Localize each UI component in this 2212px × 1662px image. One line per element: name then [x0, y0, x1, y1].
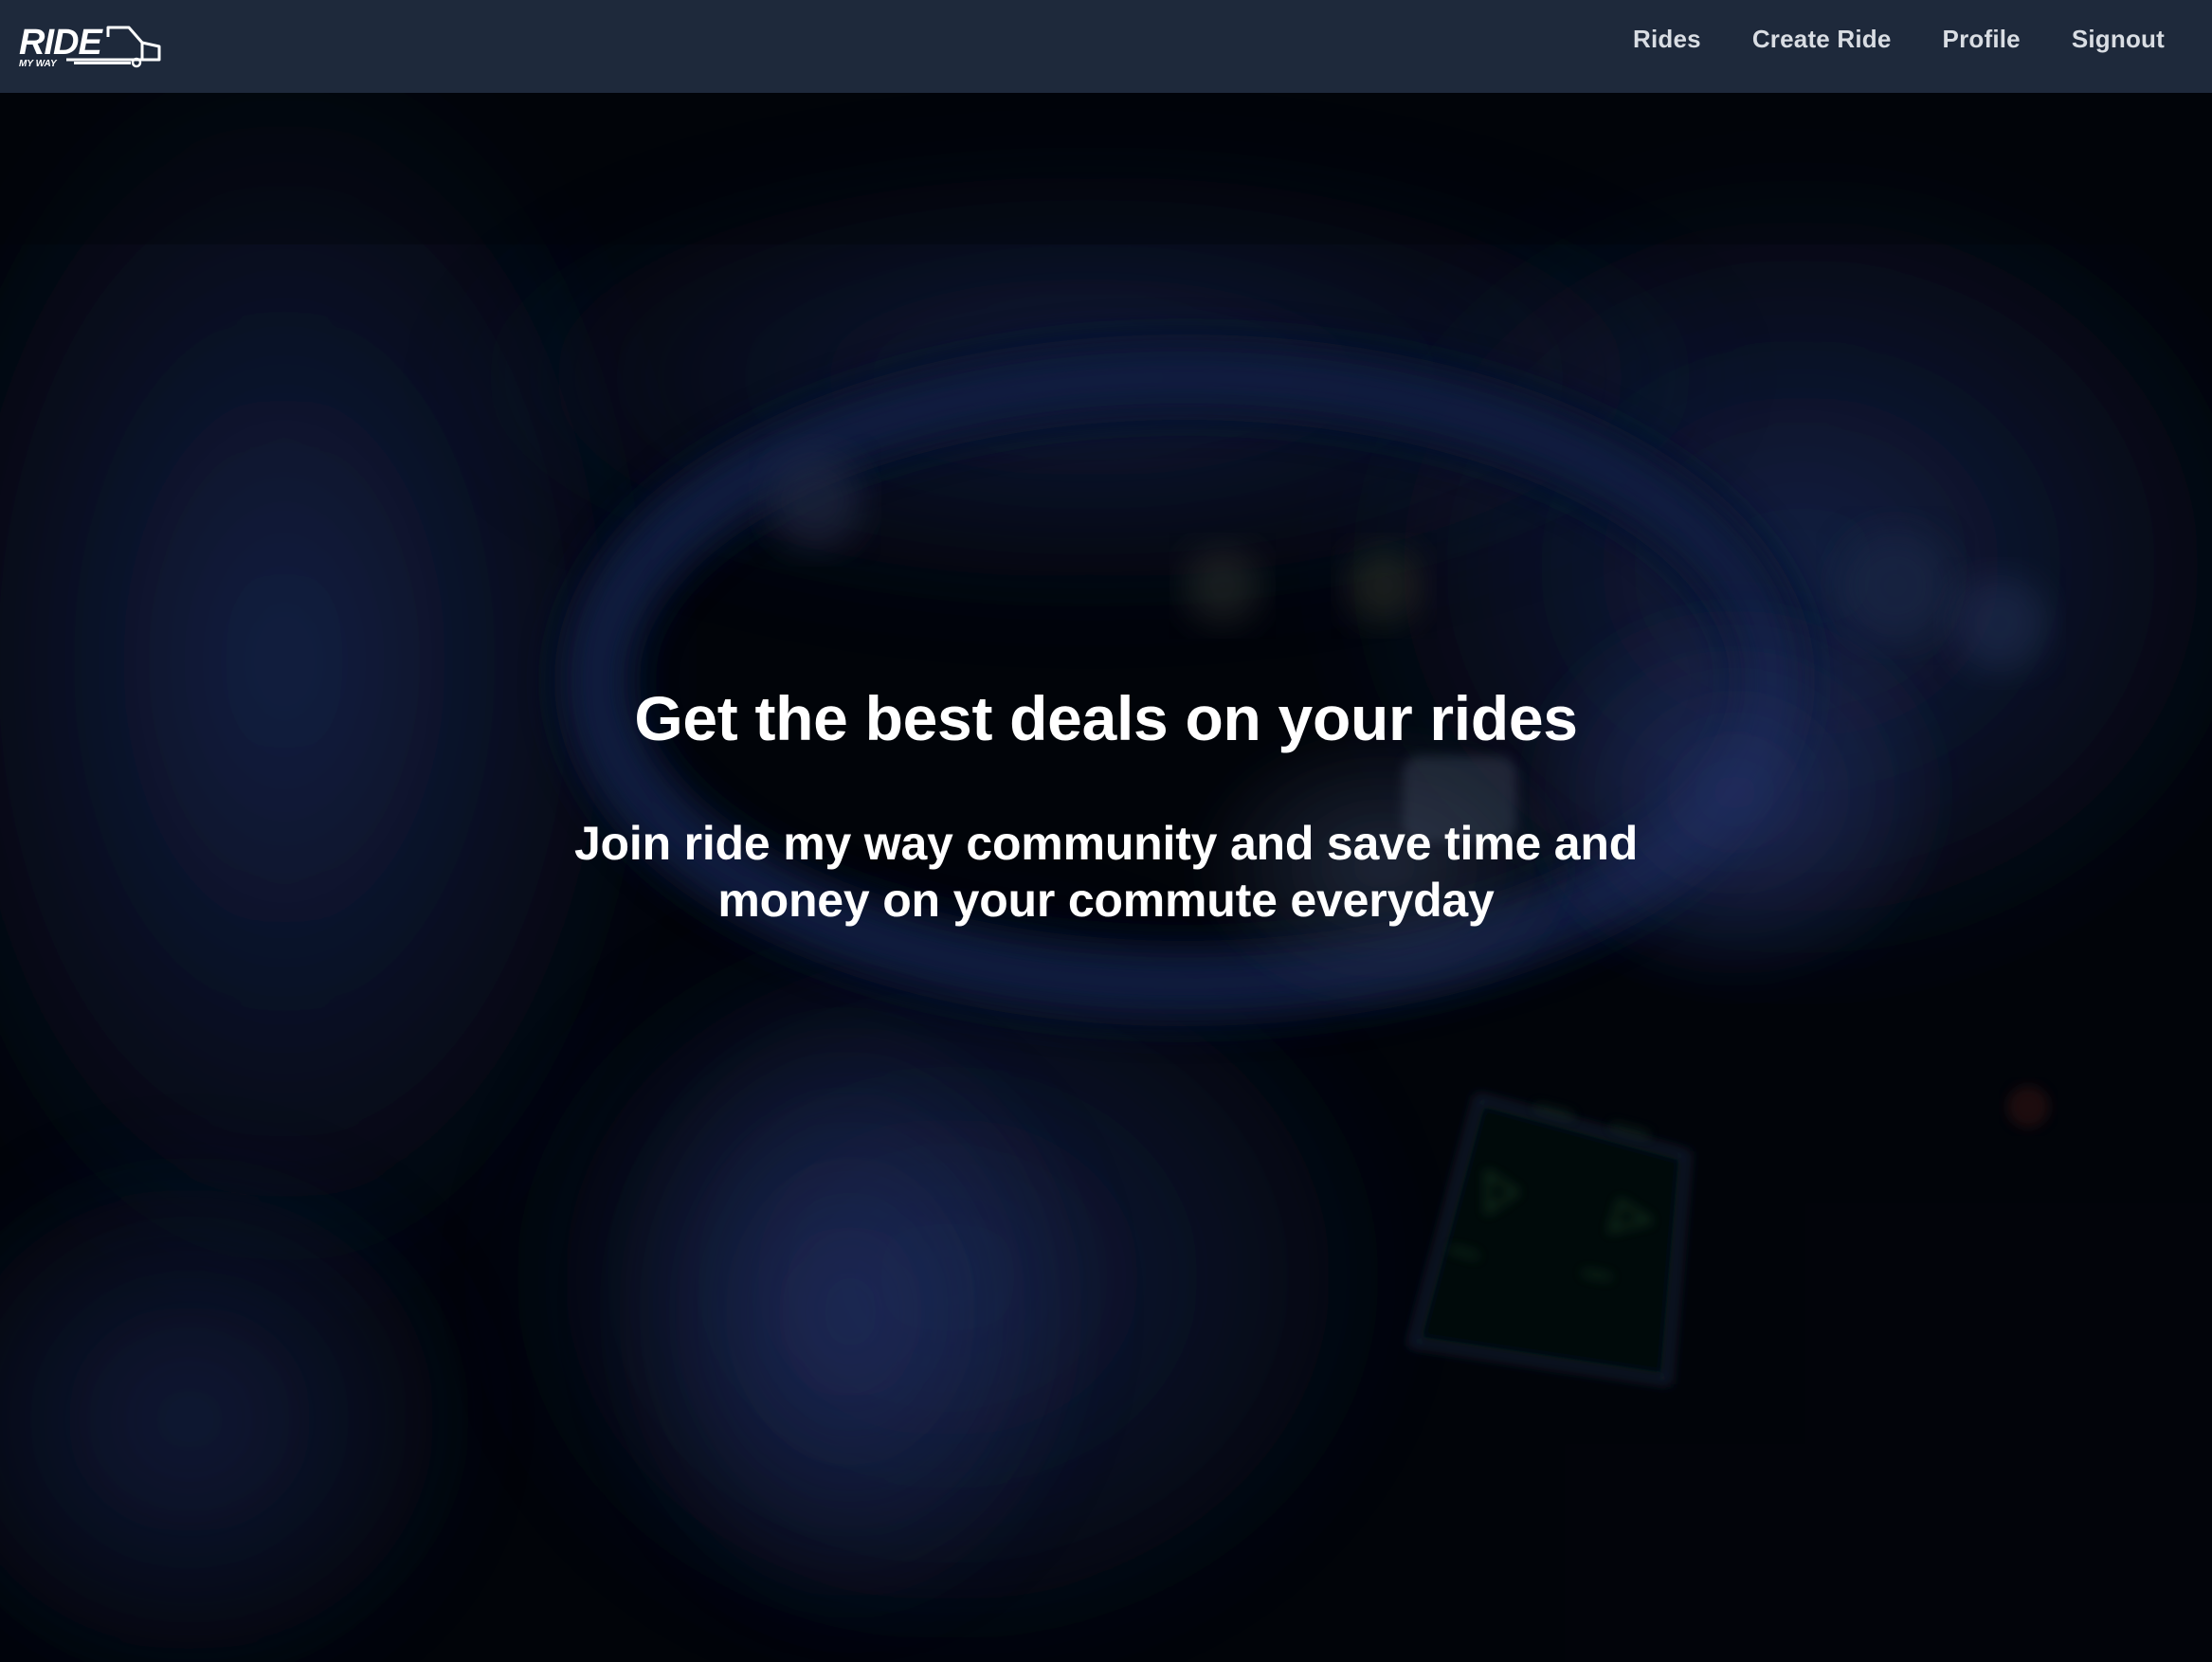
logo-subtext: MY WAY	[19, 59, 58, 69]
nav-link-create-ride[interactable]: Create Ride	[1752, 0, 1892, 85]
brand-logo[interactable]: RIDE MY WAY	[17, 0, 161, 93]
top-navbar: RIDE MY WAY Rides Create Ride Profile Si…	[0, 0, 2212, 93]
nav-link-rides[interactable]: Rides	[1633, 0, 1701, 85]
main-nav: Rides Create Ride Profile Signout	[1582, 0, 2165, 93]
hero-section: Get the best deals on your rides Join ri…	[0, 93, 2212, 1662]
hero-subtitle: Join ride my way community and save time…	[573, 817, 1639, 927]
logo-wordmark: RIDE	[19, 23, 103, 63]
nav-link-profile[interactable]: Profile	[1943, 0, 2021, 85]
hero-title: Get the best deals on your rides	[634, 683, 1578, 753]
nav-link-signout[interactable]: Signout	[2072, 0, 2165, 85]
ride-my-way-logo-icon: RIDE MY WAY	[19, 23, 161, 69]
